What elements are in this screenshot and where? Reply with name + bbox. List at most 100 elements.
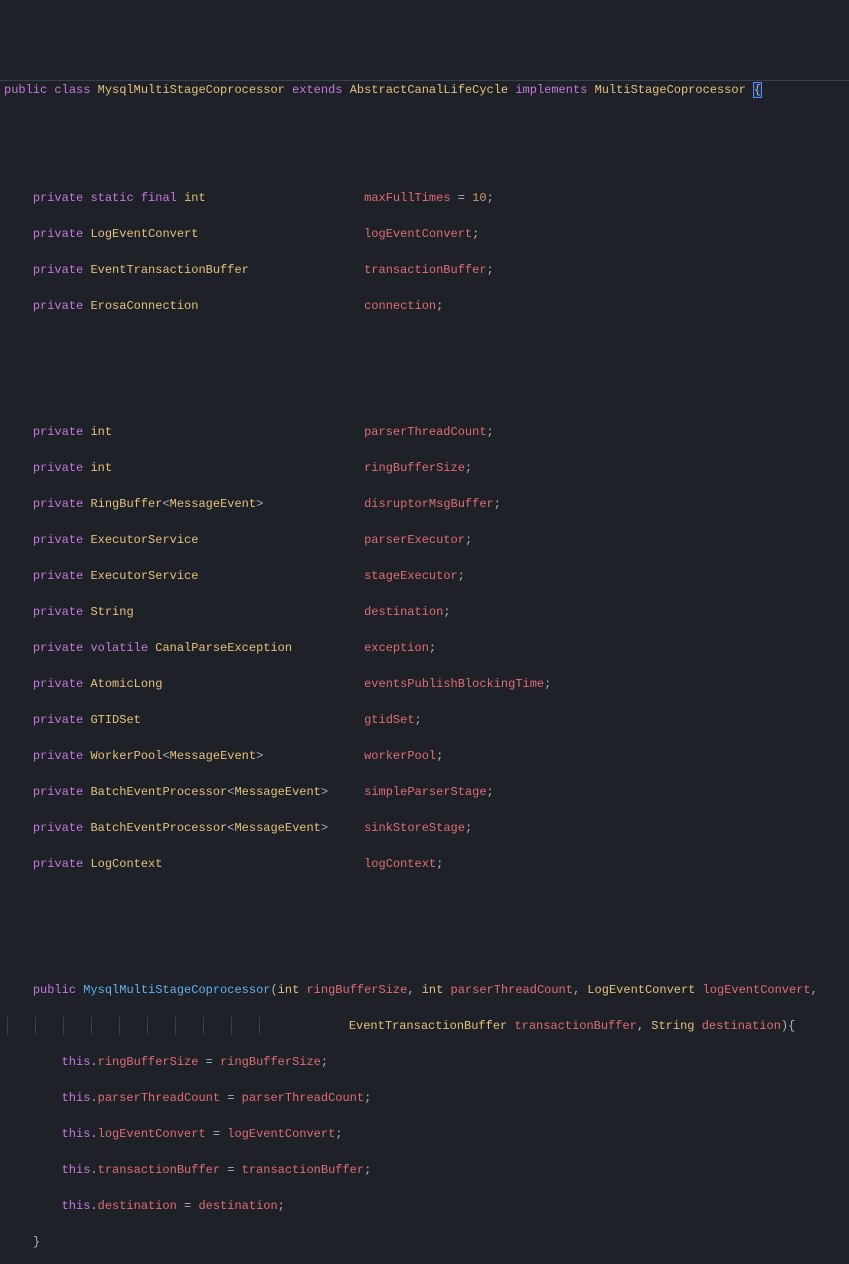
param-type: int bbox=[278, 983, 300, 997]
field-declaration: private LogEventConvert logEventConvert; bbox=[4, 225, 849, 243]
field-declaration: private static final int maxFullTimes = … bbox=[4, 189, 849, 207]
field-declaration: private BatchEventProcessor<MessageEvent… bbox=[4, 783, 849, 801]
field-name: ringBufferSize bbox=[364, 461, 465, 475]
field-name: connection bbox=[364, 299, 436, 313]
keyword: private bbox=[33, 713, 83, 727]
assignment: this.parserThreadCount = parserThreadCou… bbox=[4, 1089, 849, 1107]
field-name: parserExecutor bbox=[364, 533, 465, 547]
param-type: int bbox=[422, 983, 444, 997]
keyword: private bbox=[33, 749, 83, 763]
type: ErosaConnection bbox=[90, 299, 198, 313]
type: AtomicLong bbox=[90, 677, 162, 691]
keyword: private bbox=[33, 227, 83, 241]
interface-name: MultiStageCoprocessor bbox=[595, 83, 746, 97]
field-name: disruptorMsgBuffer bbox=[364, 497, 494, 511]
field-declaration: private int ringBufferSize; bbox=[4, 459, 849, 477]
constructor-signature: public MysqlMultiStageCoprocessor(int ri… bbox=[4, 981, 849, 999]
field-declaration: private RingBuffer<MessageEvent> disrupt… bbox=[4, 495, 849, 513]
constructor-name: MysqlMultiStageCoprocessor bbox=[83, 983, 270, 997]
field-declaration: private GTIDSet gtidSet; bbox=[4, 711, 849, 729]
value-ref: destination bbox=[198, 1199, 277, 1213]
field-name: simpleParserStage bbox=[364, 785, 486, 799]
field-ref: destination bbox=[98, 1199, 177, 1213]
param-name: logEventConvert bbox=[703, 983, 811, 997]
type-param: MessageEvent bbox=[234, 785, 320, 799]
field-ref: logEventConvert bbox=[98, 1127, 206, 1141]
keyword-this: this bbox=[62, 1199, 91, 1213]
type-param: MessageEvent bbox=[170, 497, 256, 511]
field-declaration: private ErosaConnection connection; bbox=[4, 297, 849, 315]
field-name: destination bbox=[364, 605, 443, 619]
field-name: maxFullTimes bbox=[364, 191, 450, 205]
class-name: MysqlMultiStageCoprocessor bbox=[98, 83, 285, 97]
type: RingBuffer bbox=[90, 497, 162, 511]
field-ref: transactionBuffer bbox=[98, 1163, 220, 1177]
keyword: private bbox=[33, 857, 83, 871]
type: int bbox=[184, 191, 206, 205]
keyword: implements bbox=[515, 83, 587, 97]
field-declaration: private LogContext logContext; bbox=[4, 855, 849, 873]
keyword-this: this bbox=[62, 1055, 91, 1069]
field-declaration: private ExecutorService parserExecutor; bbox=[4, 531, 849, 549]
type: ExecutorService bbox=[90, 569, 198, 583]
keyword: private bbox=[33, 263, 83, 277]
field-name: exception bbox=[364, 641, 429, 655]
param-name: destination bbox=[702, 1019, 781, 1033]
constructor-signature-cont: EventTransactionBuffer transactionBuffer… bbox=[4, 1017, 849, 1035]
keyword: private bbox=[33, 821, 83, 835]
keyword: private bbox=[33, 425, 83, 439]
type: ExecutorService bbox=[90, 533, 198, 547]
field-name: logEventConvert bbox=[364, 227, 472, 241]
keyword: public bbox=[4, 83, 47, 97]
field-declaration: private WorkerPool<MessageEvent> workerP… bbox=[4, 747, 849, 765]
type: GTIDSet bbox=[90, 713, 140, 727]
keyword: private bbox=[33, 641, 83, 655]
field-declaration: private ExecutorService stageExecutor; bbox=[4, 567, 849, 585]
keyword: private bbox=[33, 533, 83, 547]
param-type: LogEventConvert bbox=[587, 983, 695, 997]
keyword: extends bbox=[292, 83, 342, 97]
type-param: MessageEvent bbox=[234, 821, 320, 835]
value-ref: logEventConvert bbox=[227, 1127, 335, 1141]
param-name: transactionBuffer bbox=[514, 1019, 636, 1033]
keyword: private bbox=[33, 785, 83, 799]
keyword-this: this bbox=[62, 1127, 91, 1141]
keyword: private bbox=[33, 497, 83, 511]
field-declaration: private BatchEventProcessor<MessageEvent… bbox=[4, 819, 849, 837]
field-name: stageExecutor bbox=[364, 569, 458, 583]
parent-class: AbstractCanalLifeCycle bbox=[350, 83, 508, 97]
field-name: gtidSet bbox=[364, 713, 414, 727]
number-literal: 10 bbox=[472, 191, 486, 205]
field-name: sinkStoreStage bbox=[364, 821, 465, 835]
type: String bbox=[90, 605, 133, 619]
keyword: class bbox=[54, 83, 90, 97]
assignment: this.logEventConvert = logEventConvert; bbox=[4, 1125, 849, 1143]
field-name: logContext bbox=[364, 857, 436, 871]
brace-open: { bbox=[753, 82, 762, 98]
type: CanalParseException bbox=[155, 641, 292, 655]
keyword: private bbox=[33, 299, 83, 313]
param-type: String bbox=[651, 1019, 694, 1033]
field-name: parserThreadCount bbox=[364, 425, 486, 439]
field-name: eventsPublishBlockingTime bbox=[364, 677, 544, 691]
brace-close: } bbox=[4, 1233, 849, 1251]
field-declaration: private AtomicLong eventsPublishBlocking… bbox=[4, 675, 849, 693]
type: LogContext bbox=[90, 857, 162, 871]
field-declaration: private EventTransactionBuffer transacti… bbox=[4, 261, 849, 279]
field-declaration: private String destination; bbox=[4, 603, 849, 621]
keyword-this: this bbox=[62, 1163, 91, 1177]
keyword: private bbox=[33, 677, 83, 691]
value-ref: ringBufferSize bbox=[220, 1055, 321, 1069]
field-declaration: private int parserThreadCount; bbox=[4, 423, 849, 441]
field-name: transactionBuffer bbox=[364, 263, 486, 277]
param-type: EventTransactionBuffer bbox=[349, 1019, 507, 1033]
keyword: private bbox=[33, 461, 83, 475]
keyword: private bbox=[33, 605, 83, 619]
assignment: this.transactionBuffer = transactionBuff… bbox=[4, 1161, 849, 1179]
type-param: MessageEvent bbox=[170, 749, 256, 763]
type: WorkerPool bbox=[90, 749, 162, 763]
keyword: private bbox=[33, 191, 83, 205]
keyword: public bbox=[33, 983, 76, 997]
keyword: private bbox=[33, 569, 83, 583]
code-editor[interactable]: public class MysqlMultiStageCoprocessor … bbox=[0, 80, 849, 1264]
